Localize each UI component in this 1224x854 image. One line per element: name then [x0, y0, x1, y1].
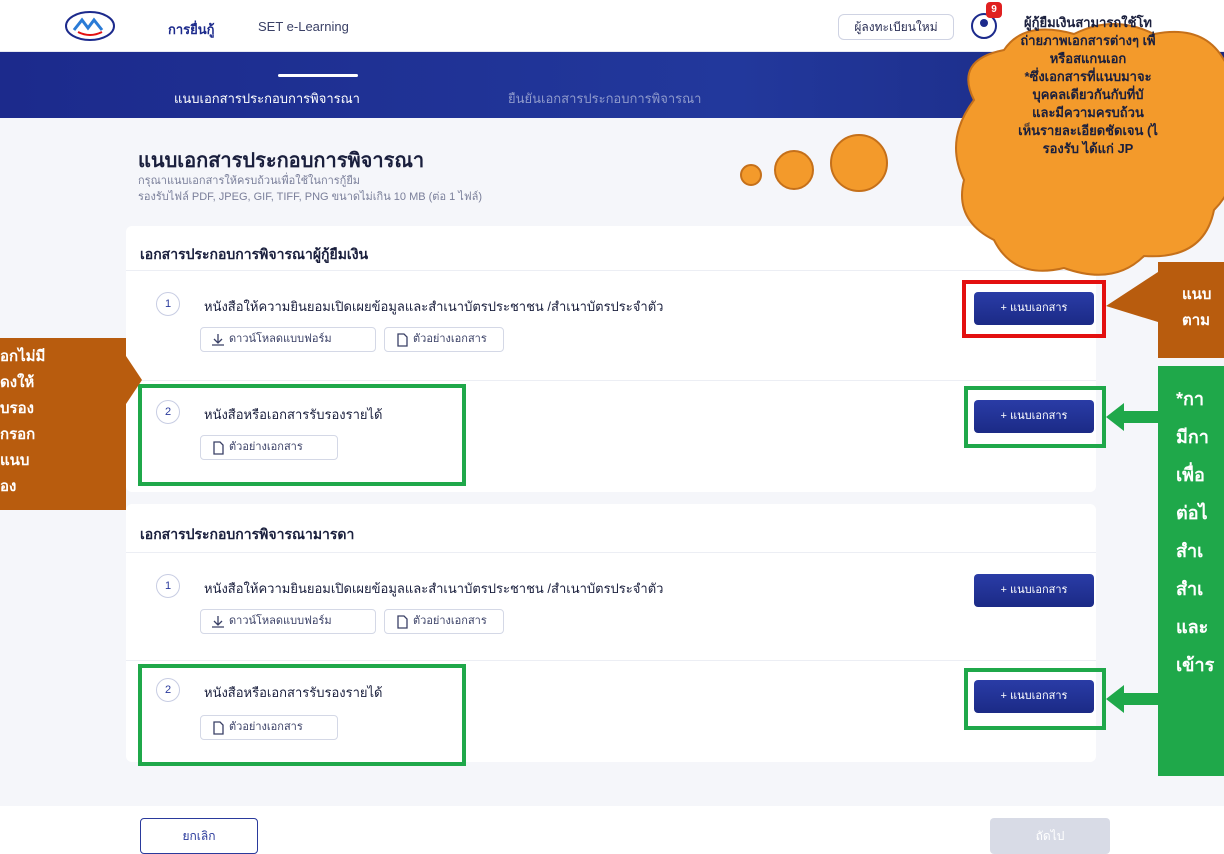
callout-dot-large: [830, 134, 888, 192]
register-button[interactable]: ผู้ลงทะเบียนใหม่: [838, 14, 954, 40]
left-callout-line: อง: [0, 478, 17, 495]
document-icon: [397, 615, 408, 629]
left-callout-pointer: [126, 356, 142, 404]
green-callout-box: *กา มีกา เพื่อ ต่อไ สำเ สำเ และ เข้าร: [1158, 366, 1224, 776]
green-callout-line: และ: [1176, 617, 1209, 637]
item-number: 1: [156, 292, 180, 316]
divider: [126, 380, 1096, 381]
download-form-button[interactable]: ดาวน์โหลดแบบฟอร์ม: [200, 327, 376, 352]
highlight-frame-green: [138, 664, 466, 766]
green-callout-line: มีกา: [1176, 427, 1209, 447]
nav-elearning[interactable]: SET e-Learning: [258, 19, 349, 34]
right-callout-pointer: [1106, 272, 1158, 322]
highlight-frame-green: [138, 384, 466, 486]
download-form-button[interactable]: ดาวน์โหลดแบบฟอร์ม: [200, 609, 376, 634]
cloud-line: เห็นรายละเอียดชัดเจน (ไ: [1018, 123, 1158, 138]
left-callout-line: ดงให้: [0, 374, 35, 391]
footer-bar: ยกเลิก ถัดไป: [0, 806, 1224, 854]
cloud-line: ถ่ายภาพเอกสารต่างๆ เพื่: [1020, 33, 1156, 48]
right-callout-box: แนบ ตาม: [1158, 262, 1224, 358]
cloud-line: และมีความครบถ้วน: [1032, 105, 1144, 120]
green-arrow-icon: [1106, 403, 1160, 431]
left-callout-line: กรอก: [0, 426, 36, 443]
cloud-line: ผู้กู้ยืมเงินสามารถใช้โท: [1023, 15, 1153, 30]
cloud-line: บุคคลเดียวกันกับที่บั: [1032, 87, 1144, 102]
callout-dot-small: [740, 164, 762, 186]
cloud-line: หรือสแกนเอก: [1049, 51, 1127, 66]
green-callout-line: สำเ: [1176, 541, 1204, 561]
cancel-button[interactable]: ยกเลิก: [140, 818, 258, 854]
right-callout-line: แนบ: [1182, 286, 1212, 303]
step-confirm-documents[interactable]: ยืนยันเอกสารประกอบการพิจารณา: [508, 88, 701, 109]
download-icon: [212, 616, 224, 628]
logo-icon[interactable]: [64, 10, 116, 42]
active-step-indicator: [278, 74, 358, 77]
cloud-line: รองรับ ได้แก่ JP: [1042, 141, 1134, 156]
sample-document-button[interactable]: ตัวอย่างเอกสาร: [384, 327, 504, 352]
green-callout-line: สำเ: [1176, 579, 1204, 599]
green-callout-line: *กา: [1176, 389, 1205, 409]
green-callout-line: เข้าร: [1176, 655, 1215, 675]
sample-document-label: ตัวอย่างเอกสาร: [413, 615, 487, 627]
download-form-label: ดาวน์โหลดแบบฟอร์ม: [229, 333, 332, 345]
download-icon: [212, 334, 224, 346]
callout-dot-medium: [774, 150, 814, 190]
section-title: เอกสารประกอบการพิจารณาผู้กู้ยืมเงิน: [140, 246, 369, 262]
sample-document-button[interactable]: ตัวอย่างเอกสาร: [384, 609, 504, 634]
file-format-note: รองรับไฟล์ PDF, JPEG, GIF, TIFF, PNG ขนา…: [138, 191, 483, 203]
green-callout-line: เพื่อ: [1176, 465, 1205, 485]
next-button[interactable]: ถัดไป: [990, 818, 1110, 854]
left-callout-line: บรอง: [0, 400, 34, 417]
cloud-callout-text: ผู้กู้ยืมเงินสามารถใช้โท ถ่ายภาพเอกสารต่…: [952, 14, 1224, 158]
download-form-label: ดาวน์โหลดแบบฟอร์ม: [229, 615, 332, 627]
left-callout-box: อกไม่มี ดงให้ บรอง กรอก แนบ อง: [0, 338, 126, 510]
highlight-frame-green: [964, 386, 1106, 448]
cloud-line: *ซึ่งเอกสารที่แนบมาจะ: [1024, 69, 1152, 84]
item-number: 1: [156, 574, 180, 598]
section-title: เอกสารประกอบการพิจารณามารดา: [140, 526, 355, 542]
right-callout-line: ตาม: [1182, 312, 1211, 329]
document-title: หนังสือให้ความยินยอมเปิดเผยข้อมูลและสำเน…: [204, 299, 664, 314]
attach-document-button[interactable]: + แนบเอกสาร: [974, 574, 1094, 607]
green-arrow-icon: [1106, 685, 1160, 713]
step-attach-documents[interactable]: แนบเอกสารประกอบการพิจารณา: [174, 88, 360, 109]
document-icon: [397, 333, 408, 347]
sample-document-label: ตัวอย่างเอกสาร: [413, 333, 487, 345]
divider: [126, 660, 1096, 661]
document-title: หนังสือให้ความยินยอมเปิดเผยข้อมูลและสำเน…: [204, 581, 664, 596]
nav-loan-application[interactable]: การยื่นกู้: [168, 19, 215, 40]
green-callout-line: ต่อไ: [1176, 503, 1208, 523]
left-callout-line: อกไม่มี: [0, 348, 46, 365]
highlight-frame-green: [964, 668, 1106, 730]
left-callout-line: แนบ: [0, 452, 30, 469]
divider: [126, 552, 1096, 553]
